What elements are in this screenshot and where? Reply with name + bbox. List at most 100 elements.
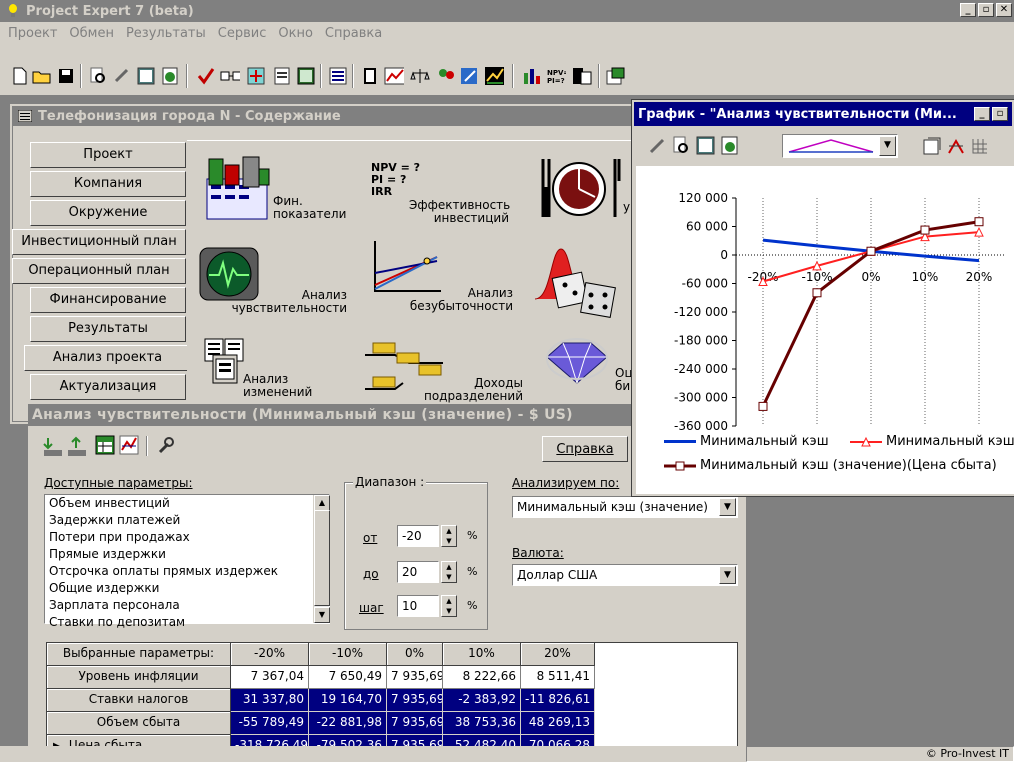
list-item[interactable]: Отсрочка оплаты прямых издержек — [49, 563, 329, 580]
table-cell[interactable]: 7 367,04 — [231, 666, 309, 689]
globe-icon[interactable] — [720, 136, 740, 159]
currency-select[interactable]: Доллар США ▼ — [512, 564, 738, 586]
report-icon[interactable] — [136, 66, 156, 86]
grid-icon[interactable] — [970, 136, 990, 159]
axis-icon[interactable] — [946, 136, 966, 159]
move-up-icon[interactable] — [66, 436, 88, 461]
menu-window[interactable]: Окно — [278, 26, 313, 41]
move-down-icon[interactable] — [42, 436, 64, 461]
print-preview-icon[interactable] — [88, 66, 108, 86]
scroll-down-icon[interactable]: ▼ — [314, 607, 330, 623]
step-input[interactable]: 10 — [397, 595, 439, 617]
tab-investment-plan[interactable]: Инвестиционный план — [12, 229, 186, 255]
chevron-down-icon[interactable]: ▼ — [879, 136, 896, 156]
menu-service[interactable]: Сервис — [218, 26, 267, 41]
tab-environment[interactable]: Окружение — [30, 200, 186, 226]
table-cell[interactable]: 7 935,69 — [387, 689, 443, 712]
attach-icon[interactable] — [112, 66, 132, 86]
sensitivity-analysis-item[interactable]: Анализ чувствительности — [199, 247, 349, 317]
table-cell[interactable]: 31 337,80 — [231, 689, 309, 712]
chevron-down-icon[interactable]: ▼ — [719, 566, 736, 584]
chart-icon[interactable] — [484, 66, 504, 86]
globe-icon[interactable] — [160, 66, 180, 86]
document-icon[interactable] — [272, 66, 292, 86]
step-spinner[interactable]: ▲ ▼ — [441, 595, 457, 617]
chart-view-icon[interactable] — [118, 434, 140, 459]
table-row-header[interactable]: Уровень инфляции — [47, 666, 231, 689]
chart-type-select[interactable]: ▼ — [782, 134, 898, 158]
menu-exchange[interactable]: Обмен — [69, 26, 114, 41]
params-scrollbar[interactable]: ▲ ▼ — [313, 495, 330, 623]
indicators-icon[interactable] — [572, 66, 592, 86]
tab-financing[interactable]: Финансирование — [30, 287, 186, 313]
network-icon[interactable] — [246, 66, 266, 86]
scroll-thumb[interactable] — [314, 510, 330, 606]
edit-icon[interactable] — [460, 66, 480, 86]
analyze-by-select[interactable]: Минимальный кэш (значение) ▼ — [512, 496, 738, 518]
open-folder-icon[interactable] — [32, 66, 52, 86]
table-cell[interactable]: 7 935,69 — [387, 666, 443, 689]
investment-efficiency-item[interactable]: NPV = ? PI = ? IRR Эффективность инвести… — [371, 161, 521, 227]
table-cell[interactable]: 38 753,36 — [443, 712, 521, 735]
wrench-icon[interactable] — [156, 436, 176, 459]
help-button[interactable]: Справка — [542, 436, 628, 462]
minimize-button[interactable]: _ — [960, 3, 976, 17]
table-cell[interactable]: 8 222,66 — [443, 666, 521, 689]
table-cell[interactable]: -22 881,98 — [309, 712, 387, 735]
list-item[interactable]: Задержки платежей — [49, 512, 329, 529]
chart-minimize-button[interactable]: _ — [974, 107, 990, 121]
changes-analysis-item[interactable]: Анализ изменений — [203, 337, 353, 407]
contents-titlebar[interactable]: Телефонизация города N - Содержание — [12, 106, 648, 126]
restore-button[interactable]: ▫ — [978, 3, 994, 17]
breakeven-analysis-item[interactable]: Анализ безубыточности — [371, 239, 521, 319]
print-preview-icon[interactable] — [672, 136, 692, 159]
close-button[interactable]: ✕ — [996, 3, 1012, 17]
risk-analysis-item[interactable] — [531, 245, 641, 325]
table-cell[interactable]: 8 511,41 — [521, 666, 595, 689]
table-cell[interactable]: 7 935,69 — [387, 712, 443, 735]
new-file-icon[interactable] — [10, 66, 30, 86]
sheet-icon[interactable] — [360, 66, 380, 86]
npv-pi-icon[interactable]: NPV=?PI=? — [546, 66, 566, 86]
tab-company[interactable]: Компания — [30, 171, 186, 197]
tab-actualization[interactable]: Актуализация — [30, 374, 186, 400]
table-cell[interactable]: -55 789,49 — [231, 712, 309, 735]
list-icon[interactable] — [328, 66, 348, 86]
scroll-up-icon[interactable]: ▲ — [314, 495, 330, 511]
table-view-icon[interactable] — [94, 434, 116, 459]
to-spinner[interactable]: ▲ ▼ — [441, 561, 457, 583]
table-cell[interactable]: -11 826,61 — [521, 689, 595, 712]
menu-help[interactable]: Справка — [325, 26, 382, 41]
table-cell[interactable]: -2 383,92 — [443, 689, 521, 712]
list-item[interactable]: Зарплата персонала — [49, 597, 329, 614]
export-icon[interactable] — [606, 66, 626, 86]
participants-item[interactable]: уча — [539, 153, 645, 223]
people-icon[interactable] — [436, 66, 456, 86]
from-spinner[interactable]: ▲ ▼ — [441, 525, 457, 547]
attach-icon[interactable] — [648, 136, 668, 159]
chart-titlebar[interactable]: График - "Анализ чувствительности (Ми...… — [634, 102, 1012, 126]
list-item[interactable]: Потери при продажах — [49, 529, 329, 546]
list-item[interactable]: Прямые издержки — [49, 546, 329, 563]
chevron-down-icon[interactable]: ▼ — [719, 498, 736, 516]
table-cell[interactable]: 7 650,49 — [309, 666, 387, 689]
fin-indicators-item[interactable]: Фин. показатели — [203, 155, 346, 227]
check-icon[interactable] — [196, 66, 216, 86]
cash-flow-icon[interactable] — [384, 66, 404, 86]
save-icon[interactable] — [56, 66, 76, 86]
menu-project[interactable]: Проект — [8, 26, 57, 41]
table-cell[interactable]: 19 164,70 — [309, 689, 387, 712]
list-item[interactable]: Объем инвестиций — [49, 495, 329, 512]
division-income-item[interactable]: Доходы подразделений — [363, 337, 533, 407]
scales-icon[interactable] — [410, 66, 430, 86]
compare-icon[interactable] — [220, 66, 240, 86]
tab-project[interactable]: Проект — [30, 142, 186, 168]
from-input[interactable]: -20 — [397, 525, 439, 547]
tab-project-analysis[interactable]: Анализ проекта — [24, 345, 190, 371]
tab-operational-plan[interactable]: Операционный план — [12, 258, 186, 284]
bar-chart-icon[interactable] — [522, 66, 542, 86]
table-row-header[interactable]: Объем сбыта — [47, 712, 231, 735]
params-listbox[interactable]: Объем инвестиций Задержки платежей Потер… — [44, 494, 330, 629]
table-icon[interactable] — [296, 66, 316, 86]
list-item[interactable]: Общие издержки — [49, 580, 329, 597]
